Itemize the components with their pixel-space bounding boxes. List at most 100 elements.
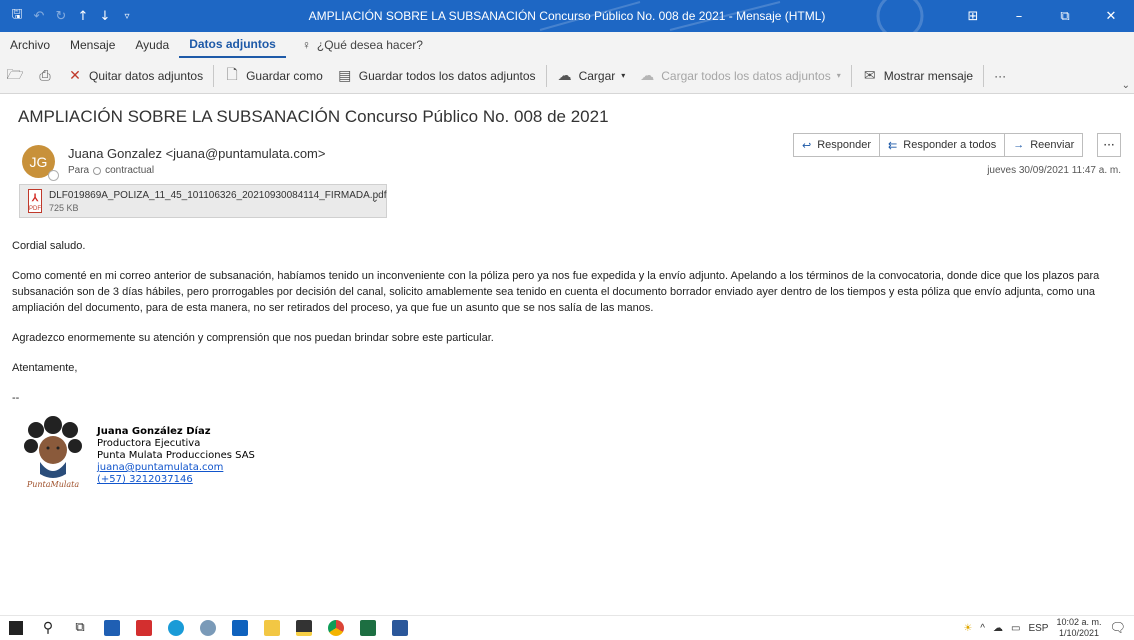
forward-button[interactable]: → Reenviar	[1005, 133, 1084, 157]
taskbar-chrome[interactable]	[320, 616, 352, 640]
reply-all-button[interactable]: ⇇ Responder a todos	[880, 133, 1006, 157]
lightbulb-icon: ♀	[301, 38, 311, 52]
taskbar: ⚲ ⧉ ☀ ^ ☁ ▭ ESP 10:02 a. m. 1/10/2021 🗨	[0, 615, 1134, 639]
ribbon-separator	[213, 64, 215, 87]
undo-icon[interactable]: ↶	[28, 0, 50, 32]
network-icon[interactable]: ☁	[993, 623, 1003, 634]
ribbon-more-button[interactable]: ···	[987, 63, 1013, 89]
window-controls: ⊞ – ⧉ ✕	[950, 0, 1134, 32]
remove-attachment-label: Quitar datos adjuntos	[89, 68, 204, 83]
search-icon: ⚲	[42, 619, 54, 636]
taskbar-sticky[interactable]	[288, 616, 320, 640]
battery-icon[interactable]: ▭	[1011, 623, 1020, 634]
clock[interactable]: 10:02 a. m. 1/10/2021	[1056, 617, 1101, 639]
pdf-type-label: PDF	[29, 206, 41, 212]
cloud-multi-icon: ☁	[640, 67, 655, 83]
tell-me-text: ¿Qué desea hacer?	[316, 38, 423, 52]
clock-time: 10:02 a. m.	[1056, 617, 1102, 627]
forward-icon: →	[1013, 139, 1025, 151]
save-as-button[interactable]: 🗋 Guardar como	[217, 63, 330, 89]
acrobat-icon	[136, 619, 152, 636]
taskbar-acrobat[interactable]	[128, 616, 160, 640]
clock-date: 1/10/2021	[1058, 628, 1099, 638]
open-button[interactable]: 🗁	[0, 63, 30, 89]
reply-all-icon: ⇇	[888, 139, 898, 152]
notifications-icon[interactable]: 🗨	[1109, 620, 1126, 636]
excel-icon	[360, 619, 376, 636]
message-body: Cordial saludo. Como comenté en mi corre…	[12, 238, 1124, 420]
pdf-icon: ⅄ PDF	[28, 189, 42, 213]
previous-item-icon[interactable]: ↑	[72, 0, 94, 32]
system-tray: ☀ ^ ☁ ▭ ESP 10:02 a. m. 1/10/2021 🗨	[963, 616, 1126, 640]
folder-icon	[264, 619, 280, 636]
ribbon-tabs: Archivo Mensaje Ayuda Datos adjuntos ♀ ¿…	[0, 32, 1134, 58]
app-icon	[200, 619, 216, 636]
attachment-size: 725 KB	[49, 202, 79, 213]
tab-mensaje[interactable]: Mensaje	[60, 32, 125, 58]
attachment-info: DLF019869A_POLIZA_11_45_101106326_202109…	[49, 190, 386, 213]
outlook-icon	[232, 619, 248, 636]
taskbar-app[interactable]	[192, 616, 224, 640]
signature-email-link[interactable]: juana@puntamulata.com	[97, 462, 255, 474]
attachment-name: DLF019869A_POLIZA_11_45_101106326_202109…	[49, 189, 387, 201]
ribbon-display-icon[interactable]: ⊞	[950, 0, 996, 32]
redo-icon[interactable]: ↻	[50, 0, 72, 32]
tab-datos-adjuntos[interactable]: Datos adjuntos	[179, 32, 286, 58]
body-closing: Atentamente,	[12, 362, 78, 374]
print-button[interactable]: ⎙	[30, 63, 60, 89]
show-message-label: Mostrar mensaje	[883, 68, 974, 83]
reply-label: Responder	[817, 139, 872, 151]
body-paragraph: Agradezco enormemente su atención y comp…	[12, 332, 494, 344]
weather-icon[interactable]: ☀	[963, 623, 972, 634]
tab-archivo[interactable]: Archivo	[0, 32, 60, 58]
show-message-button[interactable]: ✉ Mostrar mensaje	[855, 63, 980, 89]
upload-all-button[interactable]: ☁ Cargar todos los datos adjuntos ▾	[632, 63, 847, 89]
task-view-icon: ⧉	[75, 620, 85, 635]
tab-ayuda[interactable]: Ayuda	[125, 32, 179, 58]
signature-details: Juana González Díaz Productora Ejecutiva…	[97, 426, 255, 486]
message-icon: ✉	[863, 67, 876, 83]
windows-icon	[9, 620, 23, 635]
start-button[interactable]	[0, 616, 32, 640]
taskbar-mail[interactable]	[96, 616, 128, 640]
sender[interactable]: Juana Gonzalez <juana@puntamulata.com>	[68, 146, 325, 161]
tell-me-box[interactable]: ♀ ¿Qué desea hacer?	[302, 38, 423, 52]
task-view-button[interactable]: ⧉	[64, 616, 96, 640]
upload-all-label: Cargar todos los datos adjuntos	[661, 68, 831, 83]
reply-button[interactable]: ↩ Responder	[793, 133, 881, 157]
taskbar-edge[interactable]	[160, 616, 192, 640]
taskbar-word[interactable]	[384, 616, 416, 640]
restore-button[interactable]: ⧉	[1042, 0, 1088, 32]
quick-access-toolbar: 🖫 ↶ ↻ ↑ ↓ ▿	[0, 0, 138, 32]
chevron-up-icon[interactable]: ^	[980, 623, 985, 634]
customize-toolbar-icon[interactable]: ▿	[116, 0, 138, 32]
signature-phone-link[interactable]: (+57) 3212037146	[97, 474, 255, 486]
next-item-icon[interactable]: ↓	[94, 0, 116, 32]
cloud-icon: ☁	[557, 67, 572, 83]
language-indicator[interactable]: ESP	[1028, 623, 1048, 634]
to-label: Para	[68, 165, 90, 176]
acrobat-icon: ⅄	[31, 193, 39, 204]
attachment-card[interactable]: ⅄ PDF DLF019869A_POLIZA_11_45_101106326_…	[19, 184, 387, 218]
close-button[interactable]: ✕	[1088, 0, 1134, 32]
recipient-name[interactable]: contractual	[105, 165, 154, 176]
expand-ribbon-icon[interactable]: ⌄	[1122, 80, 1130, 91]
body-greeting: Cordial saludo.	[12, 240, 86, 252]
body-paragraph: Como comenté en mi correo anterior de su…	[12, 270, 1100, 314]
remove-attachment-button[interactable]: ✕ Quitar datos adjuntos	[60, 63, 210, 89]
taskbar-outlook[interactable]	[224, 616, 256, 640]
chevron-down-icon[interactable]: ⌄	[371, 194, 379, 205]
edge-icon	[168, 619, 184, 636]
signature: PuntaMulata Juana González Díaz Producto…	[22, 412, 422, 502]
upload-button[interactable]: ☁ Cargar ▾	[550, 63, 633, 89]
more-actions-button[interactable]: ···	[1097, 133, 1121, 157]
taskbar-excel[interactable]	[352, 616, 384, 640]
save-icon[interactable]: 🖫	[6, 0, 28, 32]
taskbar-file-explorer[interactable]	[256, 616, 288, 640]
save-all-button[interactable]: ▤ Guardar todos los datos adjuntos	[330, 63, 543, 89]
minimize-button[interactable]: –	[996, 0, 1042, 32]
search-button[interactable]: ⚲	[32, 616, 64, 640]
ribbon-commands: 🗁 ⎙ ✕ Quitar datos adjuntos 🗋 Guardar co…	[0, 58, 1134, 94]
signature-name: Juana González Díaz	[97, 426, 211, 437]
open-folder-icon: 🗁	[6, 65, 24, 82]
